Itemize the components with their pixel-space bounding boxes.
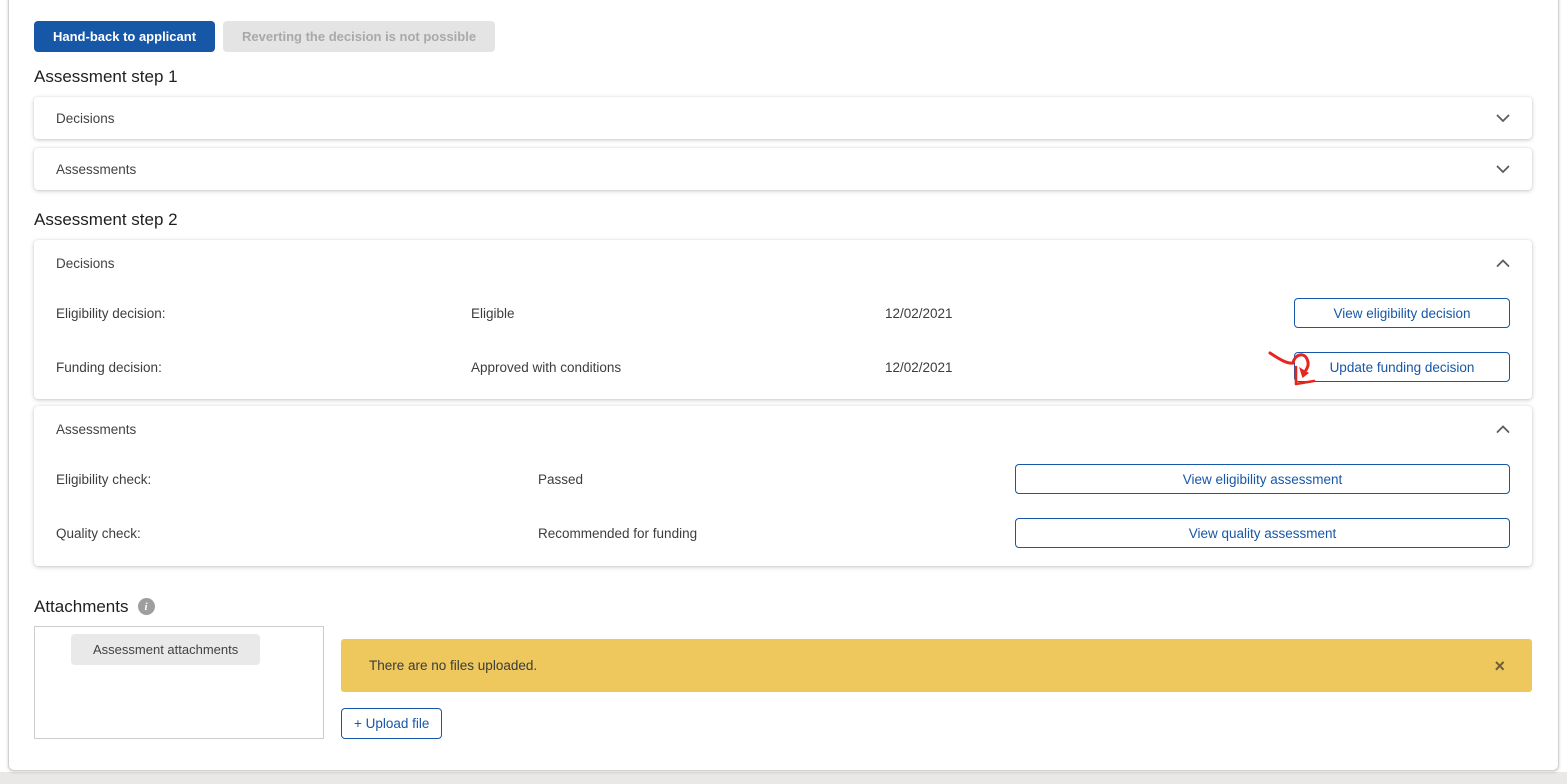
step1-heading: Assessment step 1	[34, 65, 1532, 88]
panel-title: Decisions	[56, 111, 115, 126]
panel-title: Decisions	[56, 256, 115, 271]
alert-message: There are no files uploaded.	[369, 658, 537, 673]
view-eligibility-decision-button[interactable]: View eligibility decision	[1294, 298, 1510, 328]
panel-title: Assessments	[56, 422, 136, 437]
attachments-tab-box: Assessment attachments	[34, 626, 324, 739]
assessment-row-label: Eligibility check:	[56, 472, 538, 487]
no-files-alert: There are no files uploaded. ×	[341, 639, 1532, 692]
chevron-down-icon[interactable]	[1496, 165, 1510, 174]
attachments-heading-row: Attachments i	[34, 595, 1532, 618]
toolbar: Hand-back to applicant Reverting the dec…	[34, 21, 1532, 52]
main-content-card: Hand-back to applicant Reverting the dec…	[8, 0, 1559, 771]
step2-decisions-panel-header[interactable]: Decisions	[56, 254, 1510, 272]
decision-row-label: Funding decision:	[56, 360, 471, 375]
assessment-row-value: Passed	[538, 472, 1015, 487]
quality-check-row: Quality check: Recommended for funding V…	[56, 518, 1510, 548]
content-area: Hand-back to applicant Reverting the dec…	[9, 0, 1558, 739]
chevron-up-icon[interactable]	[1496, 259, 1510, 268]
view-eligibility-assessment-button[interactable]: View eligibility assessment	[1015, 464, 1510, 494]
eligibility-check-row: Eligibility check: Passed View eligibili…	[56, 464, 1510, 494]
revert-decision-disabled-button[interactable]: Reverting the decision is not possible	[223, 21, 495, 52]
close-icon[interactable]: ×	[1494, 657, 1505, 675]
step2-heading: Assessment step 2	[34, 208, 1532, 231]
page-bottom-strip	[0, 772, 1567, 784]
step1-assessments-panel-header[interactable]: Assessments	[34, 148, 1532, 190]
decision-row-label: Eligibility decision:	[56, 306, 471, 321]
info-icon[interactable]: i	[138, 598, 155, 615]
hand-back-to-applicant-button[interactable]: Hand-back to applicant	[34, 21, 215, 52]
eligibility-decision-row: Eligibility decision: Eligible 12/02/202…	[56, 298, 1510, 328]
chevron-up-icon[interactable]	[1496, 425, 1510, 434]
assessment-attachments-tab[interactable]: Assessment attachments	[71, 634, 260, 665]
decision-row-date: 12/02/2021	[885, 306, 1294, 321]
assessment-row-label: Quality check:	[56, 526, 538, 541]
step2-decisions-panel: Decisions Eligibility decision: Eligible…	[34, 240, 1532, 399]
attachments-area: Assessment attachments There are no file…	[34, 626, 1532, 739]
assessment-row-value: Recommended for funding	[538, 526, 1015, 541]
decision-row-date: 12/02/2021	[885, 360, 1294, 375]
decision-row-value: Approved with conditions	[471, 360, 885, 375]
attachments-content: There are no files uploaded. × + Upload …	[341, 626, 1532, 739]
funding-decision-row: Funding decision: Approved with conditio…	[56, 352, 1510, 382]
upload-file-button[interactable]: + Upload file	[341, 708, 442, 739]
chevron-down-icon[interactable]	[1496, 114, 1510, 123]
step2-assessments-panel: Assessments Eligibility check: Passed Vi…	[34, 406, 1532, 566]
attachments-heading: Attachments	[34, 595, 129, 618]
step2-assessments-panel-header[interactable]: Assessments	[56, 420, 1510, 438]
view-quality-assessment-button[interactable]: View quality assessment	[1015, 518, 1510, 548]
step1-decisions-panel-header[interactable]: Decisions	[34, 97, 1532, 139]
update-funding-decision-button[interactable]: Update funding decision	[1294, 352, 1510, 382]
decision-row-value: Eligible	[471, 306, 885, 321]
panel-title: Assessments	[56, 162, 136, 177]
